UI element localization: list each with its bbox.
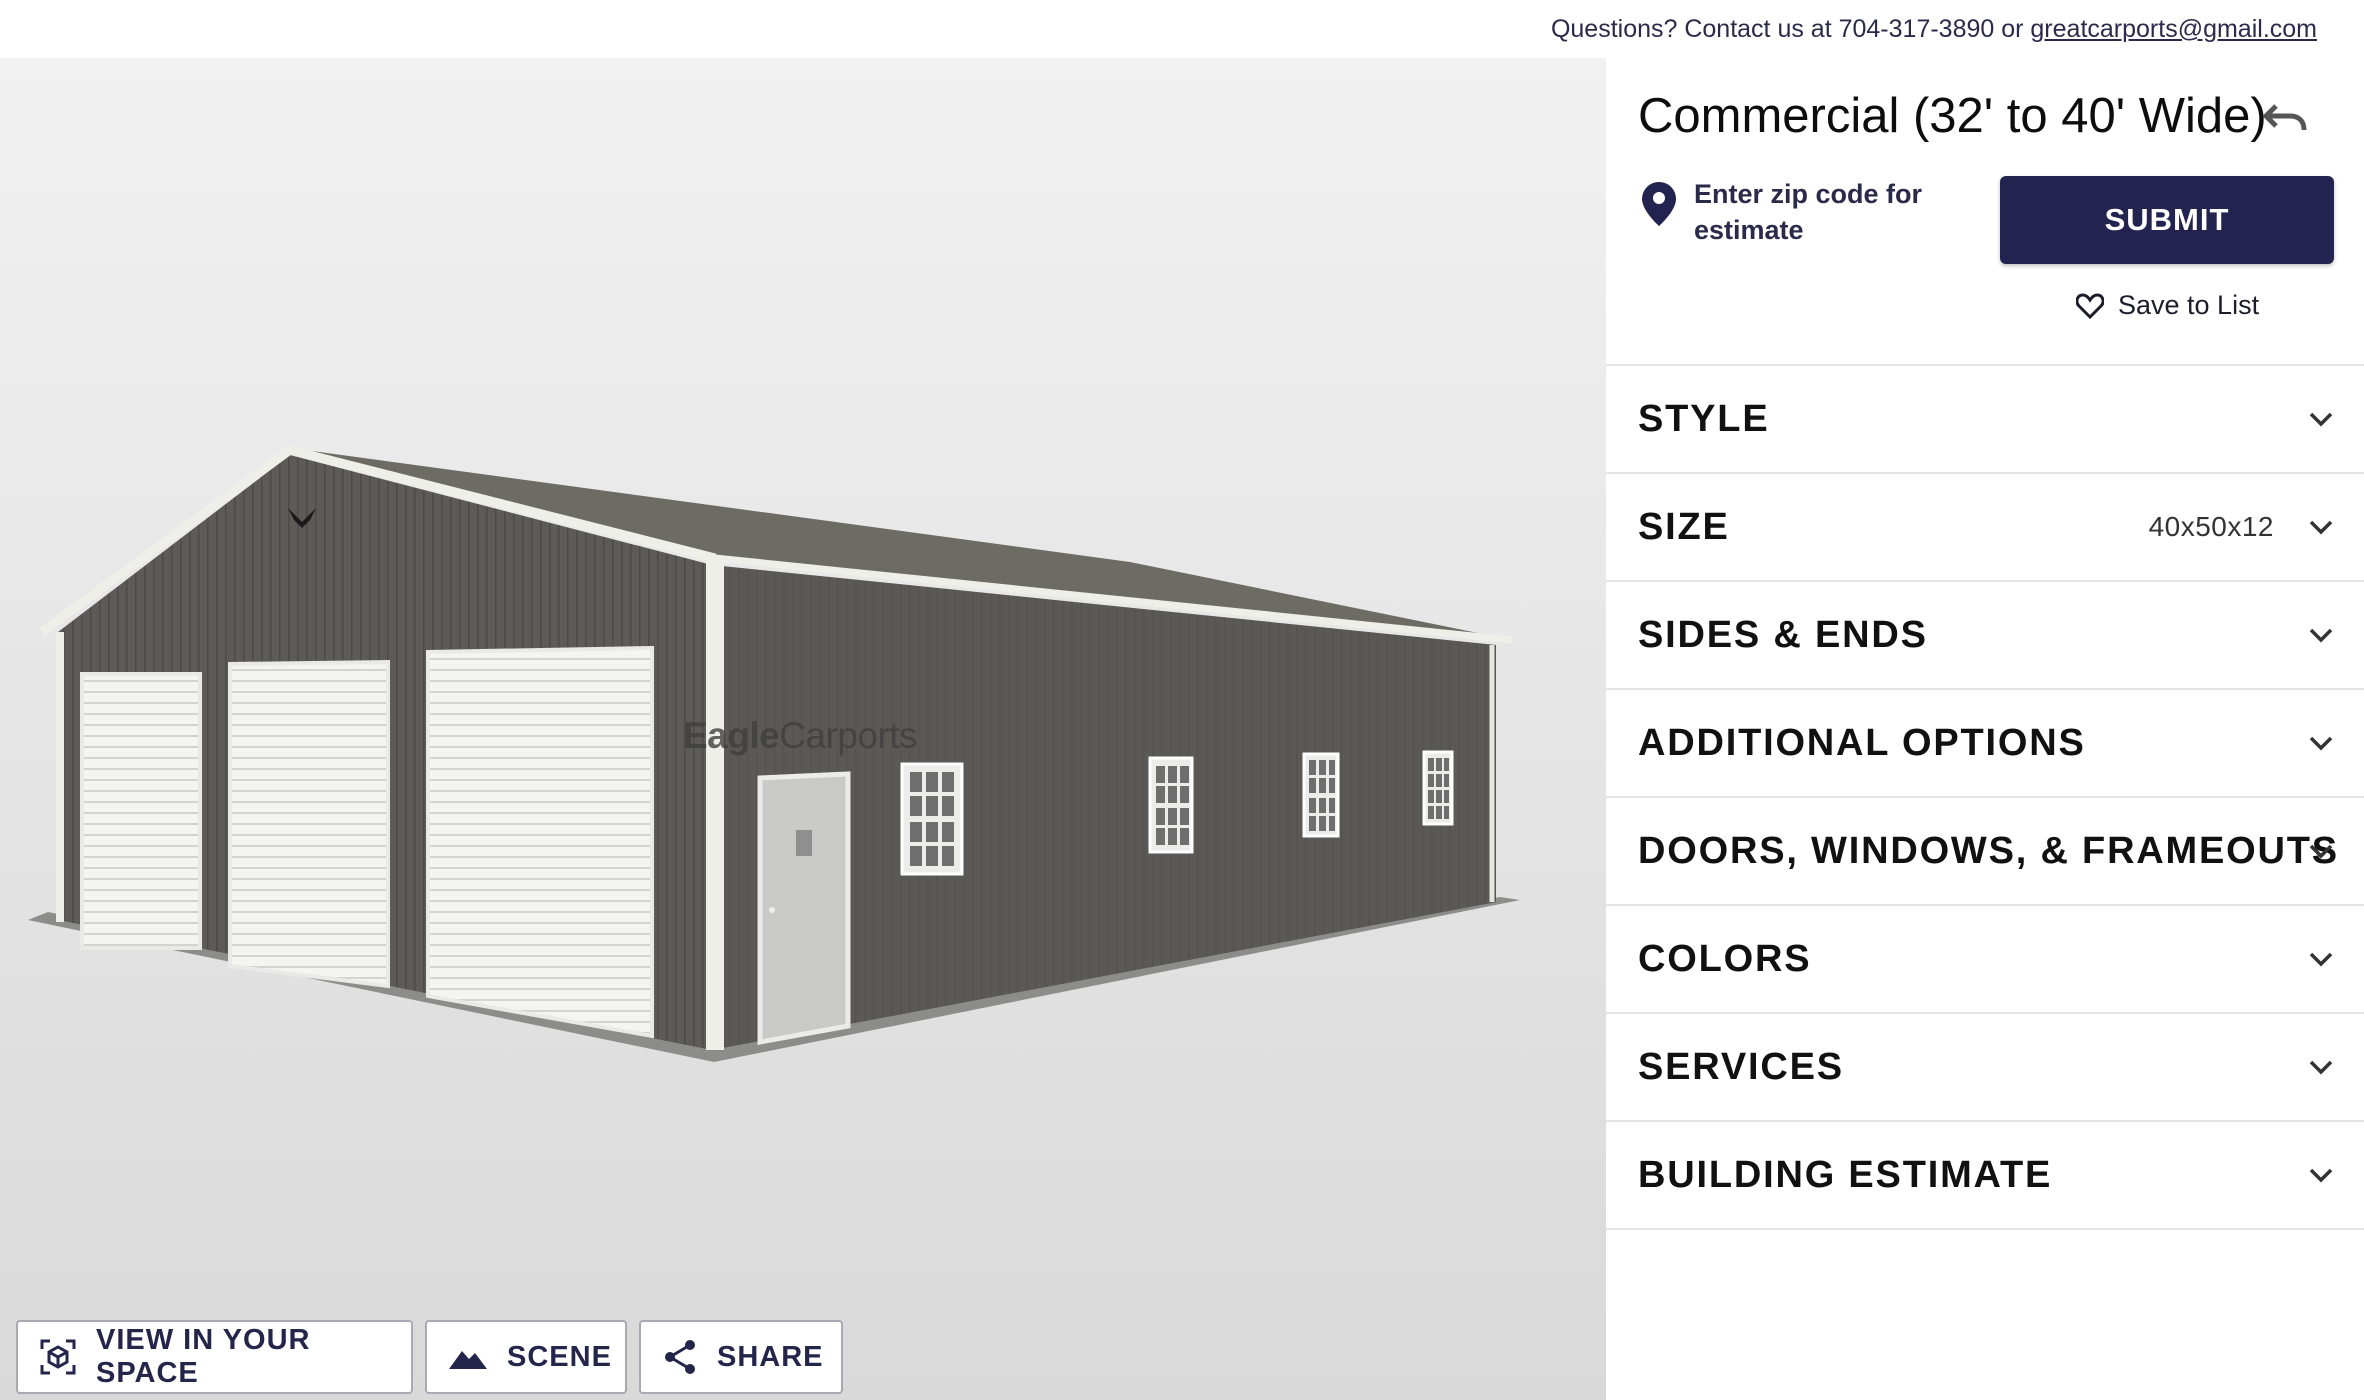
location-pin-icon [1642, 182, 1676, 226]
window-3 [1302, 752, 1340, 838]
rollup-door-1 [80, 672, 202, 950]
contact-info: Questions? Contact us at 704-317-3890 or… [1551, 15, 2317, 44]
accordion-additional-options[interactable]: ADDITIONAL OPTIONS [1606, 690, 2364, 798]
scene-button[interactable]: SCENE [425, 1320, 627, 1394]
accordion-label: STYLE [1638, 397, 1770, 440]
chevron-down-icon [2309, 412, 2333, 427]
accordion-services[interactable]: SERVICES [1606, 1014, 2364, 1122]
accordion-building-estimate[interactable]: BUILDING ESTIMATE [1606, 1122, 2364, 1230]
window-4 [1422, 750, 1454, 826]
save-to-list-label: Save to List [2118, 290, 2260, 320]
viewer-toolbar: VIEW IN YOUR SPACE SCENE SHARE [16, 1320, 843, 1394]
undo-icon[interactable] [2262, 98, 2310, 138]
top-bar: Questions? Contact us at 704-317-3890 or… [0, 0, 2364, 58]
chevron-down-icon [2309, 1168, 2333, 1183]
accordion-label: DOORS, WINDOWS, & FRAMEOUTS [1638, 829, 2339, 872]
share-icon [663, 1338, 697, 1376]
rollup-door-3 [426, 645, 654, 1039]
watermark: EagleCarports [683, 715, 918, 757]
chevron-down-icon [2309, 952, 2333, 967]
ar-cube-icon [40, 1338, 76, 1376]
chevron-down-icon [2309, 520, 2333, 535]
accordion-doors-windows-frameouts[interactable]: DOORS, WINDOWS, & FRAMEOUTS [1606, 798, 2364, 906]
size-value: 40x50x12 [2148, 511, 2274, 542]
accordion-label: SIDES & ENDS [1638, 613, 1928, 656]
watermark-bold: Eagle [683, 715, 780, 756]
accordion-style[interactable]: STYLE [1606, 366, 2364, 474]
heart-icon [2076, 292, 2104, 319]
accordion-sides-ends[interactable]: SIDES & ENDS [1606, 582, 2364, 690]
accordion-label: SIZE [1638, 505, 1730, 548]
share-button[interactable]: SHARE [639, 1320, 843, 1394]
window-2 [1148, 756, 1194, 854]
zip-prompt[interactable]: Enter zip code for estimate [1642, 176, 1962, 248]
rollup-door-2 [228, 659, 390, 989]
save-to-list-button[interactable]: Save to List [2076, 290, 2259, 321]
email-link[interactable]: greatcarports@gmail.com [2030, 15, 2317, 43]
accordion-label: ADDITIONAL OPTIONS [1638, 721, 2086, 764]
scene-label: SCENE [507, 1340, 612, 1373]
chevron-down-icon [2309, 628, 2333, 643]
submit-button[interactable]: SUBMIT [2000, 176, 2334, 264]
accordion-label: COLORS [1638, 937, 1812, 980]
chevron-down-icon [2309, 1060, 2333, 1075]
config-panel: Commercial (32' to 40' Wide) Enter zip c… [1606, 58, 2364, 1400]
view-in-your-space-button[interactable]: VIEW IN YOUR SPACE [16, 1320, 413, 1394]
chevron-down-icon [2309, 736, 2333, 751]
options-accordion: STYLE SIZE 40x50x12 SIDES & ENDS ADDITIO… [1606, 364, 2364, 1230]
corner-trim [706, 560, 724, 1050]
mountain-icon [449, 1338, 487, 1376]
building-viewer[interactable]: EagleCarports VIEW IN YOUR SPACE SCENE S… [0, 58, 1606, 1400]
share-label: SHARE [717, 1340, 824, 1373]
watermark-regular: Carports [779, 715, 918, 756]
contact-text: Questions? Contact us at 704-317-3890 or [1550, 15, 2031, 43]
accordion-label: SERVICES [1638, 1045, 1844, 1088]
accordion-label: BUILDING ESTIMATE [1638, 1153, 2053, 1196]
window-1 [900, 762, 964, 876]
accordion-colors[interactable]: COLORS [1606, 906, 2364, 1014]
view-in-your-space-label: VIEW IN YOUR SPACE [96, 1324, 311, 1389]
accordion-size[interactable]: SIZE 40x50x12 [1606, 474, 2364, 582]
page-title: Commercial (32' to 40' Wide) [1638, 89, 2267, 143]
zip-prompt-text: Enter zip code for estimate [1694, 179, 1923, 245]
chevron-down-icon [2309, 844, 2333, 859]
